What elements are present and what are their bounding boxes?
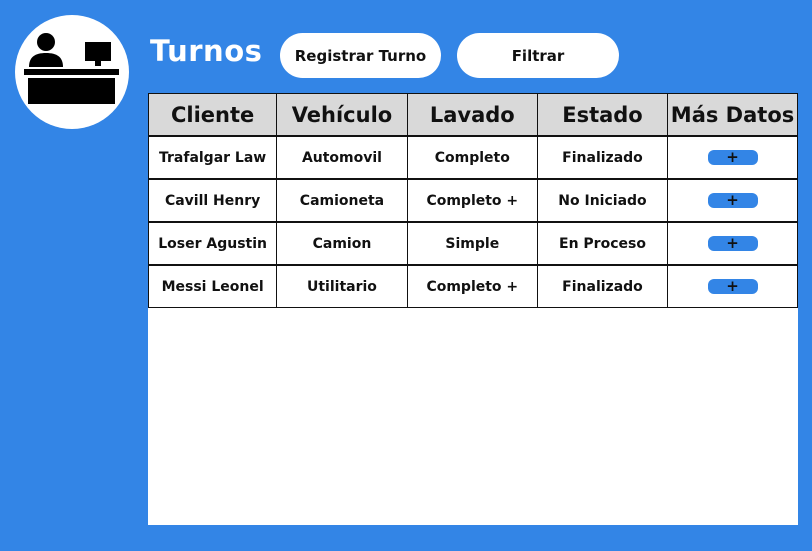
table-row: Cavill Henry Camioneta Completo + No Ini…	[147, 178, 798, 223]
column-header-status: Estado	[536, 93, 669, 137]
wash-cell: Simple	[406, 221, 538, 266]
table-row: Messi Leonel Utilitario Completo + Final…	[147, 264, 798, 308]
appointments-table: Cliente Vehículo Lavado Estado Más Datos…	[147, 93, 798, 308]
status-cell: No Iniciado	[536, 178, 669, 223]
vehicle-cell: Camioneta	[276, 178, 408, 223]
more-data-button[interactable]: +	[707, 150, 758, 165]
appointments-panel: Cliente Vehículo Lavado Estado Más Datos…	[147, 93, 798, 525]
vehicle-cell: Utilitario	[276, 264, 408, 308]
column-header-wash: Lavado	[406, 93, 538, 137]
status-cell: Finalizado	[536, 135, 669, 180]
table-row: Loser Agustin Camion Simple En Proceso +	[147, 221, 798, 266]
more-data-cell: +	[667, 264, 798, 308]
register-appointment-button[interactable]: Registrar Turno	[280, 33, 441, 78]
more-data-cell: +	[667, 221, 798, 266]
client-cell: Loser Agustin	[147, 221, 278, 266]
column-header-more-data: Más Datos	[667, 93, 798, 137]
table-header-row: Cliente Vehículo Lavado Estado Más Datos	[147, 93, 798, 137]
vehicle-cell: Camion	[276, 221, 408, 266]
table-row: Trafalgar Law Automovil Completo Finaliz…	[147, 135, 798, 180]
wash-cell: Completo	[406, 135, 538, 180]
status-cell: Finalizado	[536, 264, 669, 308]
filter-button[interactable]: Filtrar	[457, 33, 619, 78]
more-data-button[interactable]: +	[707, 193, 758, 208]
app-logo	[15, 15, 129, 129]
page-title: Turnos	[150, 34, 263, 68]
status-cell: En Proceso	[536, 221, 669, 266]
client-cell: Messi Leonel	[147, 264, 278, 308]
client-cell: Cavill Henry	[147, 178, 278, 223]
client-cell: Trafalgar Law	[147, 135, 278, 180]
wash-cell: Completo +	[406, 178, 538, 223]
receptionist-desk-icon	[24, 33, 119, 104]
more-data-cell: +	[667, 178, 798, 223]
more-data-cell: +	[667, 135, 798, 180]
wash-cell: Completo +	[406, 264, 538, 308]
column-header-vehicle: Vehículo	[276, 93, 408, 137]
column-header-client: Cliente	[147, 93, 278, 137]
more-data-button[interactable]: +	[707, 279, 758, 294]
vehicle-cell: Automovil	[276, 135, 408, 180]
more-data-button[interactable]: +	[707, 236, 758, 251]
